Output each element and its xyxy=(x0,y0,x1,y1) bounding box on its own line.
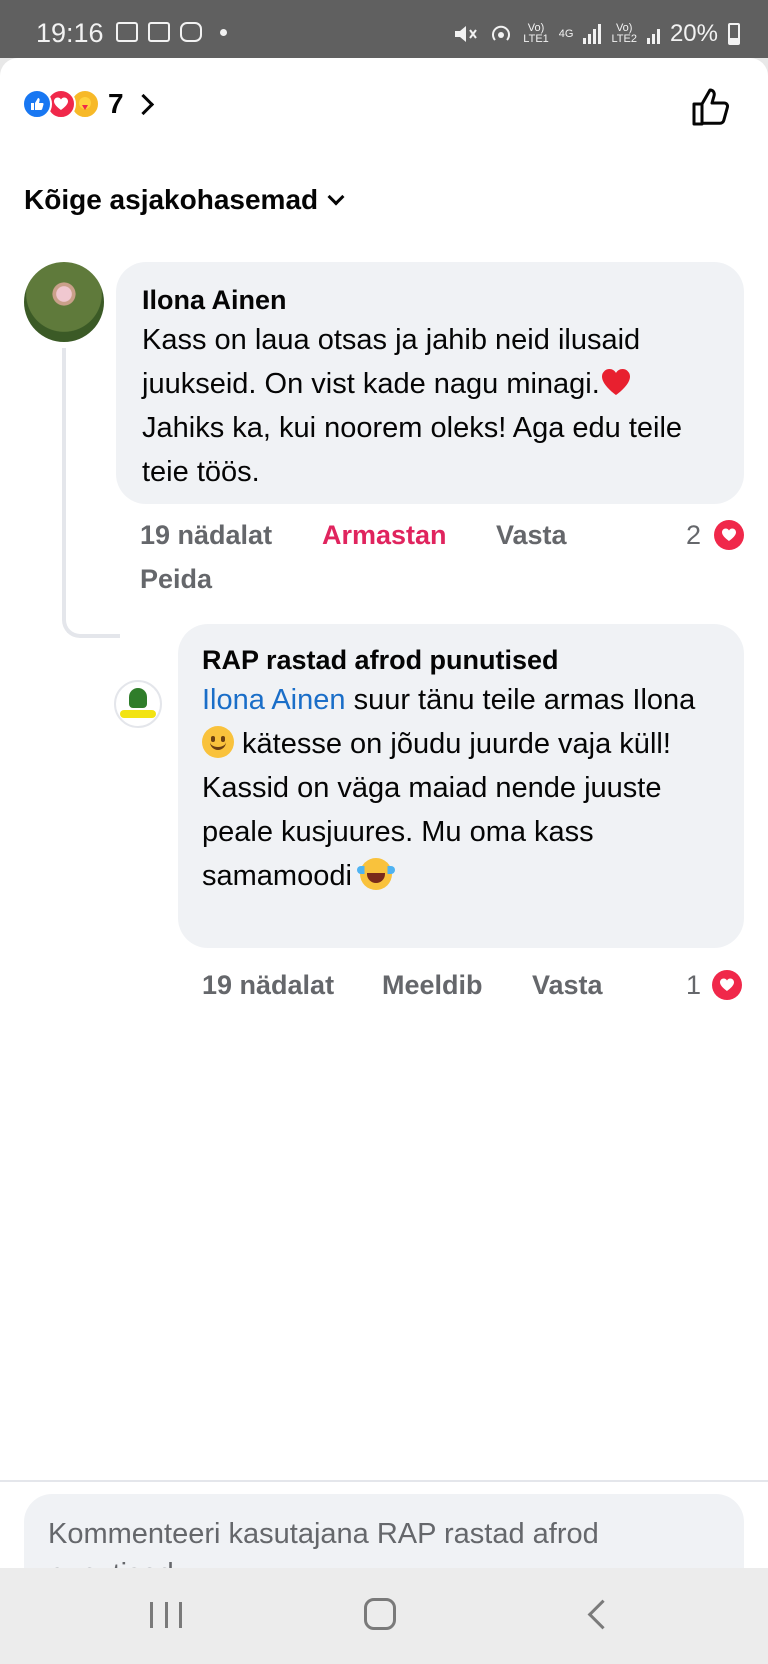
love-icon xyxy=(714,520,744,550)
comment-author[interactable]: Ilona Ainen xyxy=(142,282,718,318)
sim1-indicator: Vo) LTE1 xyxy=(523,22,549,45)
comment-time: 19 nädalat xyxy=(140,520,273,550)
hide-replies-button[interactable]: Peida xyxy=(140,564,212,595)
clock: 19:16 xyxy=(36,18,104,48)
network-type: 4G xyxy=(558,27,574,40)
recent-apps-icon[interactable] xyxy=(150,1602,182,1628)
comment-text: Kass on laua otsas ja jahib neid ilusaid… xyxy=(142,324,683,488)
thread-connector xyxy=(62,348,120,638)
avatar[interactable] xyxy=(114,680,162,728)
signal-icon xyxy=(583,24,602,44)
sim2-indicator: Vo) LTE2 xyxy=(611,22,637,45)
home-icon[interactable] xyxy=(364,1598,396,1630)
avatar[interactable] xyxy=(24,262,104,342)
chevron-right-icon xyxy=(132,93,154,115)
battery-icon xyxy=(728,23,740,45)
mention-link[interactable]: Ilona Ainen xyxy=(202,684,346,716)
navigation-bar xyxy=(0,1568,768,1664)
status-bar: 19:16 Vo) LTE1 4G Vo) LTE2 20% xyxy=(0,0,768,58)
back-icon[interactable] xyxy=(587,1599,618,1630)
instagram-icon xyxy=(180,22,202,42)
more-notifications-icon xyxy=(220,28,227,36)
comment-time: 19 nädalat xyxy=(202,970,335,1000)
mute-icon xyxy=(455,26,478,42)
like-button-icon[interactable] xyxy=(688,84,734,130)
like-icon xyxy=(22,89,52,119)
comment-reaction-count[interactable]: 1 xyxy=(686,970,701,1001)
reply-button[interactable]: Vasta xyxy=(496,520,567,551)
like-reaction-button[interactable]: Meeldib xyxy=(382,970,483,1001)
reply-button[interactable]: Vasta xyxy=(532,970,603,1001)
gallery-icon xyxy=(116,22,138,42)
sort-dropdown[interactable]: Kõige asjakohasemad xyxy=(24,184,345,216)
reply-bubble[interactable]: RAP rastad afrod punutised Ilona Ainen s… xyxy=(178,624,744,948)
comment-bubble[interactable]: Ilona Ainen Kass on laua otsas ja jahib … xyxy=(116,262,744,504)
comments-sheet: 7 Kõige asjakohasemad Ilona Ainen Kass o… xyxy=(0,58,768,1612)
smile-emoji-icon xyxy=(202,726,234,758)
video-icon xyxy=(148,22,170,42)
hotspot-icon xyxy=(492,25,511,41)
sort-label: Kõige asjakohasemad xyxy=(24,184,319,215)
comment-text: Ilona Ainen suur tänu teile armas Ilona … xyxy=(202,684,696,892)
reaction-count: 7 xyxy=(108,88,124,119)
signal-icon-2 xyxy=(646,24,660,44)
notification-icons xyxy=(116,22,227,42)
battery-percent: 20% xyxy=(669,20,718,47)
heart-emoji-icon xyxy=(601,369,630,395)
comment-author[interactable]: RAP rastad afrod punutised xyxy=(202,642,720,678)
reactions-summary[interactable]: 7 xyxy=(22,88,154,120)
chevron-down-icon xyxy=(327,188,345,206)
composer-divider xyxy=(0,1480,768,1482)
system-indicators: Vo) LTE1 4G Vo) LTE2 20% xyxy=(453,20,740,48)
laughing-emoji-icon xyxy=(356,858,395,890)
love-icon xyxy=(712,970,742,1000)
love-reaction-button[interactable]: Armastan xyxy=(322,520,447,551)
comment-reaction-count[interactable]: 2 xyxy=(686,520,701,551)
